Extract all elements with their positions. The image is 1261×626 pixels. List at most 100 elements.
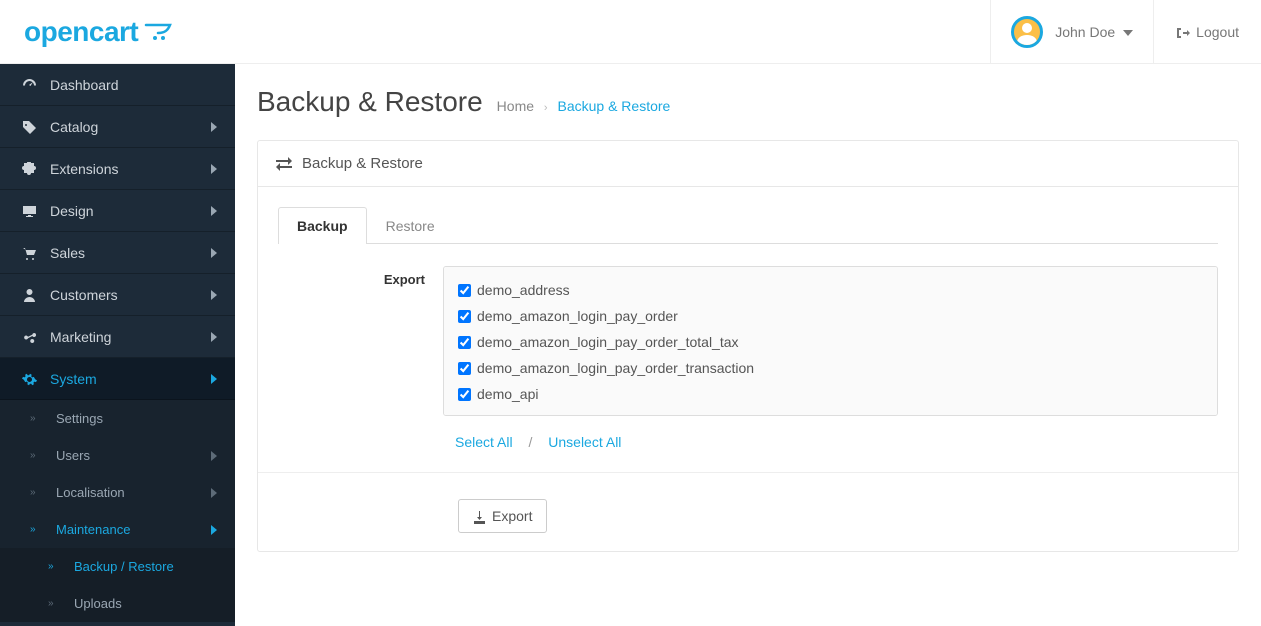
sidebar-item-sales[interactable]: Sales <box>0 232 235 274</box>
sidebar-item-maintenance[interactable]: » Maintenance <box>0 511 235 548</box>
table-checkbox-row[interactable]: demo_api <box>458 381 1203 407</box>
puzzle-icon <box>18 160 40 177</box>
sidebar-item-catalog[interactable]: Catalog <box>0 106 235 148</box>
exchange-icon <box>276 155 292 172</box>
user-name: John Doe <box>1055 24 1115 40</box>
sidebar-item-settings[interactable]: » Settings <box>0 400 235 437</box>
header-bar: opencart John Doe Logout <box>0 0 1261 64</box>
sidebar-label: Backup / Restore <box>74 559 174 574</box>
sidebar-label: System <box>50 371 97 387</box>
table-name: demo_address <box>477 282 570 298</box>
chevron-right-icon <box>211 487 217 499</box>
logo-text: opencart <box>24 16 138 48</box>
table-checkbox-row[interactable]: demo_amazon_login_pay_order <box>458 303 1203 329</box>
page-header: Backup & Restore Home › Backup & Restore <box>257 86 1239 140</box>
sidebar-label: Uploads <box>74 596 122 611</box>
table-checkbox-row[interactable]: demo_amazon_login_pay_order_total_tax <box>458 329 1203 355</box>
table-checkbox-row[interactable]: demo_amazon_login_pay_order_transaction <box>458 355 1203 381</box>
sidebar-item-localisation[interactable]: » Localisation <box>0 474 235 511</box>
double-chevron-icon: » <box>48 561 64 572</box>
double-chevron-icon: » <box>30 450 46 461</box>
sidebar-label: Customers <box>50 287 118 303</box>
backup-restore-panel: Backup & Restore Backup Restore Export d… <box>257 140 1239 552</box>
breadcrumb-separator: › <box>544 102 548 114</box>
chevron-right-icon <box>211 289 217 301</box>
caret-down-icon <box>1123 24 1133 40</box>
select-all-link[interactable]: Select All <box>455 434 513 450</box>
export-button[interactable]: Export <box>458 499 547 533</box>
chevron-right-icon <box>211 247 217 259</box>
sidebar-item-design[interactable]: Design <box>0 190 235 232</box>
tables-list[interactable]: demo_address demo_amazon_login_pay_orderd… <box>443 266 1218 416</box>
desktop-icon <box>18 202 40 219</box>
panel-heading-text: Backup & Restore <box>302 155 423 172</box>
table-checkbox[interactable] <box>458 388 471 401</box>
cart-icon <box>144 22 172 40</box>
table-checkbox-row[interactable]: demo_address <box>458 277 1203 303</box>
table-checkbox[interactable] <box>458 362 471 375</box>
table-name: demo_api <box>477 386 539 402</box>
maintenance-submenu: » Backup / Restore » Uploads <box>0 548 235 622</box>
chevron-right-icon <box>211 450 217 462</box>
sidebar-item-extensions[interactable]: Extensions <box>0 148 235 190</box>
sidebar-label: Design <box>50 203 94 219</box>
tab-restore[interactable]: Restore <box>367 207 454 244</box>
sidebar-item-marketing[interactable]: Marketing <box>0 316 235 358</box>
sidebar-label: Catalog <box>50 119 98 135</box>
sidebar-item-dashboard[interactable]: Dashboard <box>0 64 235 106</box>
double-chevron-icon: » <box>30 413 46 424</box>
tab-backup[interactable]: Backup <box>278 207 367 244</box>
sidebar-label: Marketing <box>50 329 111 345</box>
logout-label: Logout <box>1196 24 1239 40</box>
sidebar-item-customers[interactable]: Customers <box>0 274 235 316</box>
unselect-all-link[interactable]: Unselect All <box>548 434 621 450</box>
header-right: John Doe Logout <box>990 0 1261 63</box>
page-title: Backup & Restore <box>257 86 483 118</box>
sidebar-item-backup-restore[interactable]: » Backup / Restore <box>0 548 235 585</box>
sidebar-label: Users <box>56 448 90 463</box>
tabs: Backup Restore <box>278 207 1218 244</box>
table-checkbox[interactable] <box>458 336 471 349</box>
sidebar-label: Maintenance <box>56 522 130 537</box>
double-chevron-icon: » <box>48 598 64 609</box>
system-submenu: » Settings » Users » Localisation » Main… <box>0 400 235 622</box>
breadcrumb-current[interactable]: Backup & Restore <box>557 98 670 114</box>
double-chevron-icon: » <box>30 487 46 498</box>
sidebar: Dashboard Catalog Extensions Design Sale… <box>0 64 235 626</box>
chevron-right-icon <box>211 121 217 133</box>
export-row: Export demo_address demo_amazon_login_pay… <box>278 266 1218 454</box>
table-checkbox[interactable] <box>458 310 471 323</box>
chevron-right-icon <box>211 205 217 217</box>
sidebar-item-users[interactable]: » Users <box>0 437 235 474</box>
breadcrumb-home[interactable]: Home <box>497 98 534 114</box>
table-name: demo_amazon_login_pay_order <box>477 308 678 324</box>
chevron-right-icon <box>211 163 217 175</box>
sidebar-label: Settings <box>56 411 103 426</box>
user-menu[interactable]: John Doe <box>990 0 1153 63</box>
sidebar-item-system[interactable]: System <box>0 358 235 400</box>
chevron-right-icon <box>211 331 217 343</box>
cart-icon <box>18 244 40 261</box>
chevron-right-icon <box>211 373 217 385</box>
content-area: Backup & Restore Home › Backup & Restore… <box>235 64 1261 626</box>
dashboard-icon <box>18 76 40 93</box>
link-divider: / <box>528 434 532 450</box>
sidebar-item-uploads[interactable]: » Uploads <box>0 585 235 622</box>
table-name: demo_amazon_login_pay_order_transaction <box>477 360 754 376</box>
export-label: Export <box>278 266 443 454</box>
logo[interactable]: opencart <box>0 0 235 63</box>
sidebar-label: Sales <box>50 245 85 261</box>
tag-icon <box>18 118 40 135</box>
user-icon <box>18 286 40 303</box>
double-chevron-icon: » <box>30 524 46 535</box>
export-button-label: Export <box>492 508 532 524</box>
chevron-right-icon <box>211 524 217 536</box>
gear-icon <box>18 370 40 387</box>
avatar <box>1011 16 1043 48</box>
sidebar-label: Extensions <box>50 161 118 177</box>
logout-button[interactable]: Logout <box>1153 0 1261 63</box>
breadcrumb: Home › Backup & Restore <box>497 98 671 114</box>
table-checkbox[interactable] <box>458 284 471 297</box>
sidebar-label: Dashboard <box>50 77 119 93</box>
select-links: Select All / Unselect All <box>443 430 1218 454</box>
